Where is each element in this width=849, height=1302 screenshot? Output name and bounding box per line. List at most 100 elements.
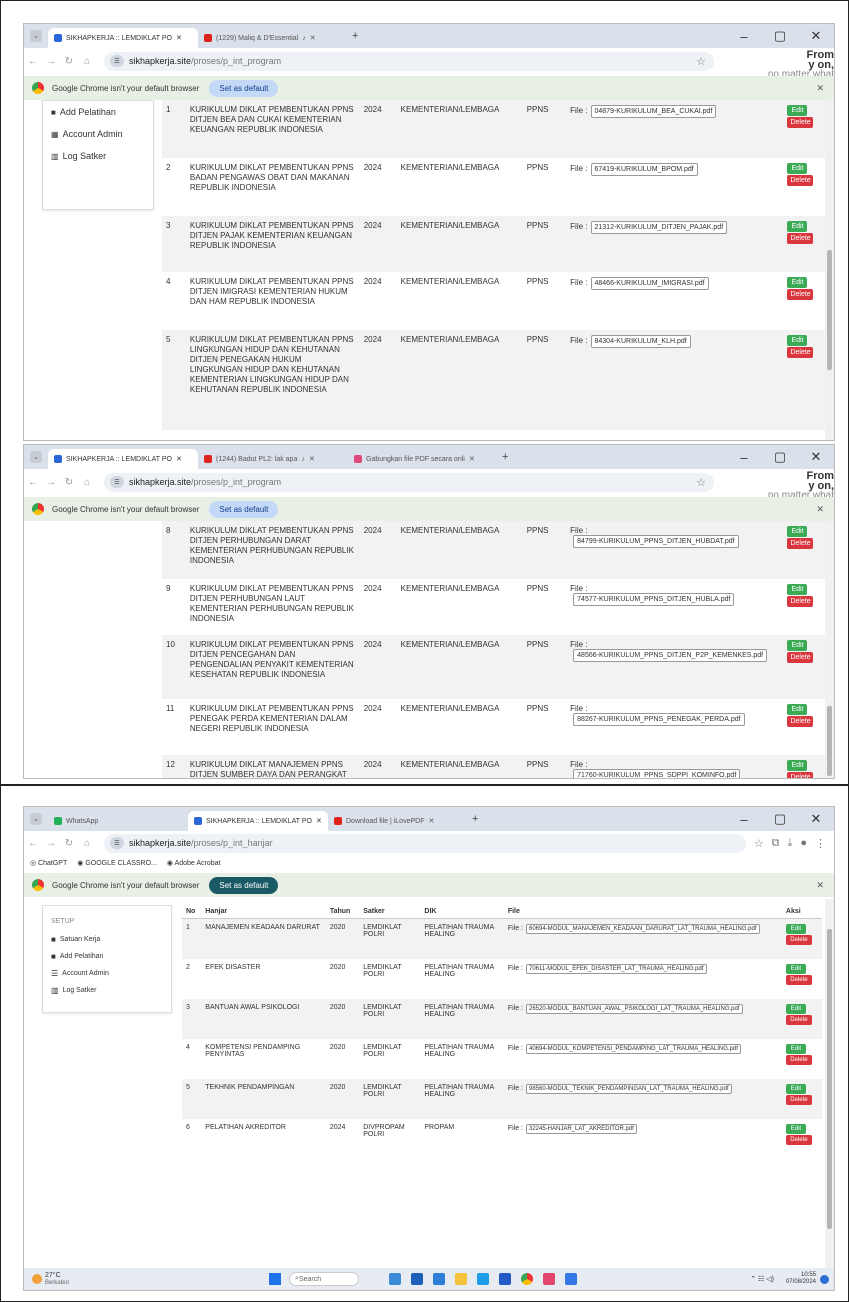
- close-icon[interactable]: ✕: [316, 817, 322, 825]
- new-tab-icon[interactable]: +: [502, 451, 508, 463]
- extensions-icon[interactable]: ⧉: [772, 837, 780, 850]
- tab-youtube[interactable]: (1244) Badut PL2: lak apa ♪ ✕: [198, 449, 348, 469]
- delete-button[interactable]: Delete: [787, 538, 814, 549]
- url-field[interactable]: ☰ sikhapkerja.site/proses/p_int_program: [104, 472, 714, 492]
- reload-icon[interactable]: ↻: [60, 56, 78, 67]
- new-tab-icon[interactable]: +: [352, 30, 358, 42]
- edit-button[interactable]: Edit: [787, 277, 808, 288]
- delete-button[interactable]: Delete: [787, 596, 814, 607]
- bookmark-adobe[interactable]: ◉ Adobe Acrobat: [167, 859, 221, 867]
- app-icon[interactable]: [565, 1273, 578, 1285]
- edit-button[interactable]: Edit: [785, 924, 806, 934]
- notification-icon[interactable]: [820, 1274, 829, 1284]
- delete-button[interactable]: Delete: [785, 974, 812, 985]
- file-input[interactable]: 48466-KURIKULUM_IMIGRASI.pdf: [590, 277, 709, 290]
- file-input[interactable]: 32245-HANJAR_LAT_AKREDITOR.pdf: [525, 1123, 637, 1134]
- edit-button[interactable]: Edit: [787, 335, 808, 346]
- system-tray-icons[interactable]: ⌃ ☷ ◁): [750, 1275, 774, 1283]
- url-field[interactable]: ☰ sikhapkerja.site/proses/p_int_program: [104, 51, 714, 71]
- edit-button[interactable]: Edit: [787, 163, 808, 174]
- scrollbar[interactable]: [825, 899, 834, 1268]
- home-icon[interactable]: ⌂: [78, 56, 96, 67]
- sidebar-item-account-admin[interactable]: ▦ Account Admin: [43, 123, 153, 145]
- reload-icon[interactable]: ↻: [60, 477, 78, 488]
- tab-ilovepdf[interactable]: Gabungkan file PDF secara onli ✕: [348, 449, 498, 469]
- delete-button[interactable]: Delete: [787, 289, 814, 300]
- site-info-icon[interactable]: ☰: [110, 837, 124, 849]
- site-info-icon[interactable]: ☰: [110, 55, 124, 67]
- edit-button[interactable]: Edit: [785, 1083, 806, 1094]
- edit-button[interactable]: Edit: [787, 760, 808, 771]
- edit-button[interactable]: Edit: [787, 105, 808, 116]
- set-default-button[interactable]: Set as default: [209, 79, 279, 97]
- minimize-icon[interactable]: –: [726, 24, 762, 48]
- close-icon[interactable]: ✕: [816, 880, 824, 891]
- back-icon[interactable]: ←: [24, 477, 42, 488]
- tab-search-icon[interactable]: ⌄: [30, 30, 42, 42]
- set-default-button[interactable]: Set as default: [209, 876, 279, 894]
- edit-button[interactable]: Edit: [785, 963, 806, 974]
- app-icon[interactable]: [543, 1273, 556, 1285]
- delete-button[interactable]: Delete: [787, 716, 814, 727]
- edit-button[interactable]: Edit: [787, 584, 808, 595]
- tab-search-icon[interactable]: ⌄: [30, 451, 42, 463]
- delete-button[interactable]: Delete: [785, 1094, 812, 1105]
- sidebar-item-add-pelatihan[interactable]: ■ Add Pelatihan: [43, 101, 153, 123]
- tab-whatsapp[interactable]: WhatsApp: [48, 811, 188, 831]
- maximize-icon[interactable]: ▢: [762, 445, 798, 469]
- file-input[interactable]: 70611-MODUL_EFEK_DISASTER_LAT_TRAUMA_HEA…: [525, 963, 707, 974]
- delete-button[interactable]: Delete: [787, 233, 814, 244]
- file-input[interactable]: 84799-KURIKULUM_PPNS_DITJEN_HUBDAT.pdf: [573, 535, 739, 548]
- scrollbar[interactable]: [825, 100, 834, 440]
- file-input[interactable]: 26520-MODUL_BANTUAN_AWAL_PSIKOLOGI_LAT_T…: [525, 1003, 743, 1014]
- home-icon[interactable]: ⌂: [78, 838, 96, 849]
- tab-search-icon[interactable]: ⌄: [30, 813, 42, 825]
- delete-button[interactable]: Delete: [787, 117, 814, 128]
- edit-button[interactable]: Edit: [785, 1123, 806, 1134]
- file-input[interactable]: 04879-KURIKULUM_BEA_CUKAI.pdf: [590, 105, 717, 118]
- profile-icon[interactable]: ●: [800, 837, 807, 849]
- close-icon[interactable]: ✕: [816, 83, 824, 94]
- scroll-thumb[interactable]: [827, 706, 832, 776]
- edit-button[interactable]: Edit: [787, 640, 808, 651]
- close-icon[interactable]: ✕: [176, 34, 182, 42]
- url-field[interactable]: ☰ sikhapkerja.site/proses/p_int_hanjar: [104, 833, 746, 853]
- file-explorer-icon[interactable]: [455, 1273, 468, 1285]
- forward-icon[interactable]: →: [42, 56, 60, 67]
- set-default-button[interactable]: Set as default: [209, 500, 279, 518]
- home-icon[interactable]: ⌂: [78, 477, 96, 488]
- reload-icon[interactable]: ↻: [60, 838, 78, 849]
- maximize-icon[interactable]: ▢: [762, 24, 798, 48]
- close-icon[interactable]: ✕: [469, 455, 475, 463]
- back-icon[interactable]: ←: [24, 838, 42, 849]
- close-icon[interactable]: ✕: [428, 817, 434, 825]
- sidebar-item-log-satker[interactable]: ▥ Log Satker: [43, 145, 153, 167]
- file-input[interactable]: 60694-MODUL_MANAJEMEN_KEADAAN_DARURAT_LA…: [525, 924, 760, 934]
- app-icon[interactable]: [499, 1273, 512, 1285]
- file-input[interactable]: 98560-MODUL_TEKNIK_PENDAMPINGAN_LAT_TRAU…: [525, 1083, 732, 1094]
- file-input[interactable]: 40694-MODUL_KOMPETENSI_PENDAMPING_LAT_TR…: [525, 1043, 741, 1054]
- tab-ilovepdf[interactable]: Download file | iLovePDF ✕: [328, 811, 468, 831]
- weather-widget[interactable]: 27°C Berkabut: [45, 1272, 69, 1287]
- tab-youtube[interactable]: (1229) Maliq & D'Essential ♪ ✕: [198, 28, 348, 48]
- scrollbar[interactable]: [825, 521, 834, 778]
- delete-button[interactable]: Delete: [787, 347, 814, 358]
- close-window-icon[interactable]: ✕: [798, 445, 834, 469]
- sidebar-item-log-satker[interactable]: ▥ Log Satker: [43, 982, 171, 999]
- sidebar-item-account-admin[interactable]: ☰ Account Admin: [43, 965, 171, 982]
- task-view-icon[interactable]: [389, 1273, 402, 1285]
- file-input[interactable]: 71760-KURIKULUM_PPNS_SDPPI_KOMINFO.pdf: [573, 769, 741, 778]
- delete-button[interactable]: Delete: [787, 652, 814, 663]
- edit-button[interactable]: Edit: [787, 704, 808, 715]
- close-icon[interactable]: ✕: [816, 504, 824, 515]
- bookmark-star-icon[interactable]: ☆: [696, 55, 706, 68]
- forward-icon[interactable]: →: [42, 477, 60, 488]
- edit-button[interactable]: Edit: [787, 526, 808, 537]
- edit-button[interactable]: Edit: [787, 221, 808, 232]
- tab-sikhapkerja[interactable]: SIKHAPKERJA :: LEMDIKLAT PO ✕: [48, 449, 198, 469]
- minimize-icon[interactable]: –: [726, 445, 762, 469]
- file-input[interactable]: 48566-KURIKULUM_PPNS_DITJEN_P2P_KEMENKES…: [573, 649, 768, 662]
- delete-button[interactable]: Delete: [785, 935, 812, 945]
- menu-icon[interactable]: ⋮: [815, 837, 826, 850]
- edit-button[interactable]: Edit: [785, 1043, 806, 1054]
